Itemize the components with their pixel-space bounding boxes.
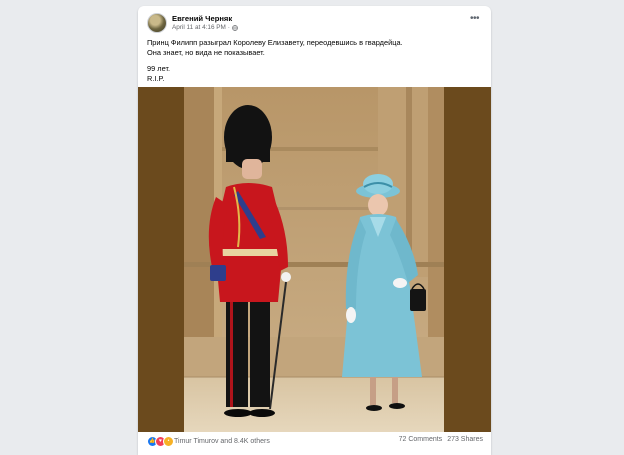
avatar[interactable] <box>147 13 167 33</box>
post-text: Принц Филипп разыграл Королеву Елизавету… <box>147 38 477 83</box>
sad-reaction-icon: • <box>163 436 174 447</box>
shares-count[interactable]: 273 Shares <box>447 436 483 443</box>
reactions-text[interactable]: Timur Timurov and 8.4K others <box>174 438 270 445</box>
more-options-icon[interactable]: ••• <box>470 14 480 24</box>
post-line: 99 лет. <box>147 64 171 74</box>
post-timestamp[interactable]: April 11 at 4:16 PM <box>172 24 226 31</box>
post-author[interactable]: Евгений Черняк <box>172 14 232 23</box>
post-line: R.I.P. <box>147 73 165 83</box>
post-line: Принц Филипп разыграл Королеву Елизавету… <box>147 38 403 47</box>
meta-separator: · <box>227 24 230 31</box>
reactions-summary[interactable]: 👍 ♥ • Timur Timurov and 8.4K others <box>147 436 270 447</box>
post-line: Она знает, но вида не показывает. <box>147 47 265 57</box>
comments-count[interactable]: 72 Comments <box>399 436 443 443</box>
engagement-counts: 72 Comments 273 Shares <box>399 436 483 443</box>
globe-icon <box>231 24 238 31</box>
reaction-icons: 👍 ♥ • <box>147 436 174 447</box>
post-card: Евгений Черняк April 11 at 4:16 PM · •••… <box>138 6 491 455</box>
photo-illustration <box>138 87 491 432</box>
post-photo[interactable] <box>138 87 491 432</box>
post-meta: April 11 at 4:16 PM · <box>172 24 238 31</box>
